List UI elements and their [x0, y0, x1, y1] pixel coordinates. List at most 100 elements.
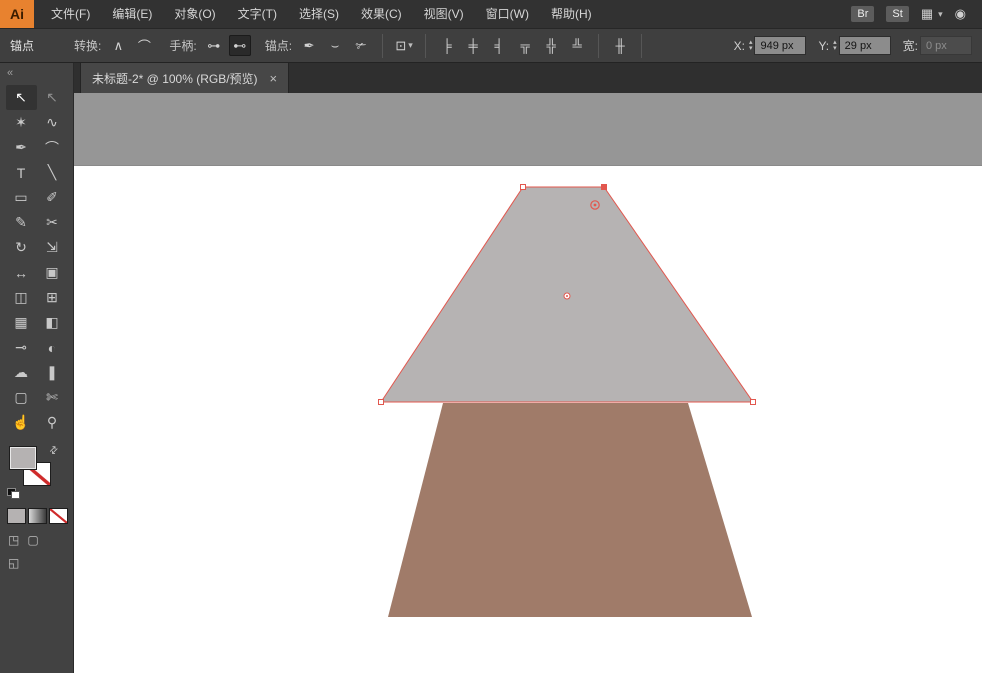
tool-panel: « ↖ ↖ ✶ ∿ ✒ ⌒ T ╲ ▭ ✐ ✎ ✂ ↻ ⇲ ↔ ▣ ◫ ⊞ ▦ ◧ ⊸ ◐ ☁ ❚ ▢ ✄ ☝ ⚲ ⇄ ◳ ▢ ◱: [0, 63, 74, 673]
draw-behind-icon[interactable]: ▢: [27, 533, 38, 547]
mesh-tool[interactable]: ▦: [6, 310, 37, 335]
align-horizontal-center-button[interactable]: ╪: [462, 35, 484, 56]
rotate-tool[interactable]: ↻: [6, 235, 37, 260]
x-stepper[interactable]: ▴ ▾: [749, 39, 753, 52]
transform-icon: ⊡: [395, 37, 407, 53]
document-tab-bar: 未标题-2* @ 100% (RGB/预览) ×: [74, 63, 982, 93]
rectangle-tool[interactable]: ▭: [6, 185, 37, 210]
share-screen-icon[interactable]: ◉: [955, 6, 966, 22]
menu-item[interactable]: 视图(V): [413, 0, 475, 28]
bridge-button[interactable]: Br: [851, 6, 875, 22]
perspective-grid-tool[interactable]: ⊞: [37, 285, 68, 310]
type-tool[interactable]: T: [6, 160, 37, 185]
anchor-point[interactable]: [601, 184, 607, 190]
free-transform-tool[interactable]: ▣: [37, 260, 68, 285]
direct-selection-tool[interactable]: ↖: [37, 85, 68, 110]
symbol-sprayer-tool[interactable]: ☁: [6, 360, 37, 385]
selection-overlay: [378, 184, 756, 617]
menu-item[interactable]: 文件(F): [40, 0, 101, 28]
align-left-button[interactable]: ╞: [436, 35, 458, 56]
workspace-switcher[interactable]: ▦ ▾: [921, 6, 943, 22]
color-mode-button[interactable]: [8, 509, 25, 523]
default-white-swatch: [12, 492, 19, 498]
gradient-tool[interactable]: ◧: [37, 310, 68, 335]
screen-mode-icon[interactable]: ◱: [8, 556, 19, 570]
canvas[interactable]: [74, 93, 982, 673]
menu-item[interactable]: 帮助(H): [540, 0, 603, 28]
column-graph-tool[interactable]: ❚: [37, 360, 68, 385]
hand-tool[interactable]: ☝: [6, 410, 37, 435]
y-input[interactable]: 29 px: [838, 36, 891, 55]
align-bottom-button[interactable]: ╩: [566, 35, 588, 56]
separator: [382, 33, 384, 58]
document-tab-title: 未标题-2* @ 100% (RGB/预览): [92, 71, 258, 86]
menu-item[interactable]: 效果(C): [350, 0, 413, 28]
collapse-panel-button[interactable]: «: [0, 63, 73, 81]
anchor-highlight-dot: [593, 203, 597, 207]
anchor-point[interactable]: [378, 399, 384, 405]
magic-wand-tool[interactable]: ✶: [6, 110, 37, 135]
convert-corner-button[interactable]: ∧: [107, 35, 129, 56]
separator: [598, 33, 600, 58]
menubar-right: Br St ▦ ▾ ◉: [851, 6, 982, 22]
anchor-point[interactable]: [750, 399, 756, 405]
stock-button[interactable]: St: [886, 6, 909, 22]
draw-normal-icon[interactable]: ◳: [8, 533, 19, 547]
convert-smooth-button[interactable]: ⌒: [133, 35, 155, 56]
fill-swatch[interactable]: [10, 447, 36, 469]
menu-item[interactable]: 窗口(W): [475, 0, 540, 28]
distribute-button[interactable]: ╫: [609, 35, 631, 56]
x-input[interactable]: 949 px: [754, 36, 807, 55]
none-mode-button[interactable]: [50, 509, 67, 523]
anchors-label: 锚点:: [264, 39, 293, 53]
cut-path-button[interactable]: ✃: [350, 35, 372, 56]
draw-mode-row: ◳ ▢: [8, 533, 73, 547]
blend-tool[interactable]: ◐: [37, 335, 68, 360]
scissors-tool[interactable]: ✂: [37, 210, 68, 235]
transform-menu-button[interactable]: ⊡ ▾: [393, 35, 415, 56]
width-field: 宽: 0 px: [903, 36, 972, 55]
width-input: 0 px: [920, 36, 972, 55]
menu-item[interactable]: 选择(S): [288, 0, 350, 28]
default-fill-stroke-button[interactable]: [8, 489, 20, 499]
eyedropper-tool[interactable]: ⊸: [6, 335, 37, 360]
pen-tool[interactable]: ✒: [6, 135, 37, 160]
anchor-point[interactable]: [520, 184, 526, 190]
artboard-tool[interactable]: ▢: [6, 385, 37, 410]
align-vertical-center-button[interactable]: ╬: [540, 35, 562, 56]
y-stepper[interactable]: ▴ ▾: [833, 39, 837, 52]
zoom-tool[interactable]: ⚲: [37, 410, 68, 435]
menu-item[interactable]: 对象(O): [163, 0, 226, 28]
width-label: 宽:: [902, 39, 918, 53]
stepper-down-icon[interactable]: ▾: [749, 45, 753, 52]
lasso-tool[interactable]: ∿: [37, 110, 68, 135]
scale-tool[interactable]: ⇲: [37, 235, 68, 260]
slice-tool[interactable]: ✄: [37, 385, 68, 410]
curvature-tool[interactable]: ⌒: [37, 135, 68, 160]
line-segment-tool[interactable]: ╲: [37, 160, 68, 185]
menu-item[interactable]: 编辑(E): [101, 0, 163, 28]
remove-anchor-button[interactable]: ✒: [298, 35, 320, 56]
gradient-mode-button[interactable]: [29, 509, 46, 523]
brown-trapezoid-shape[interactable]: [388, 403, 752, 617]
align-right-button[interactable]: ╡: [488, 35, 510, 56]
control-bar: 锚点 转换: ∧ ⌒ 手柄: ⊶ ⊷ 锚点: ✒ ⌣ ✃ ⊡ ▾ ╞ ╪ ╡ ╦…: [0, 28, 982, 63]
align-top-button[interactable]: ╦: [514, 35, 536, 56]
swap-fill-stroke-icon[interactable]: ⇄: [47, 444, 61, 458]
width-tool[interactable]: ↔: [6, 260, 37, 285]
menu-item[interactable]: 文字(T): [227, 0, 288, 28]
close-tab-icon[interactable]: ×: [270, 72, 278, 85]
paintbrush-tool[interactable]: ✐: [37, 185, 68, 210]
stepper-down-icon[interactable]: ▾: [833, 45, 837, 52]
connect-endpoints-button[interactable]: ⌣: [324, 35, 346, 56]
pencil-tool[interactable]: ✎: [6, 210, 37, 235]
shape-builder-tool[interactable]: ◫: [6, 285, 37, 310]
selection-tool[interactable]: ↖: [5, 85, 37, 110]
document-tab[interactable]: 未标题-2* @ 100% (RGB/预览) ×: [80, 63, 290, 93]
hide-handles-button[interactable]: ⊶: [203, 35, 225, 56]
show-handles-button[interactable]: ⊷: [228, 35, 251, 56]
separator: [641, 33, 643, 58]
y-label: Y:: [818, 38, 830, 53]
x-field: X: ▴ ▾ 949 px: [734, 36, 807, 55]
screen-mode-row: ◱: [8, 556, 73, 570]
